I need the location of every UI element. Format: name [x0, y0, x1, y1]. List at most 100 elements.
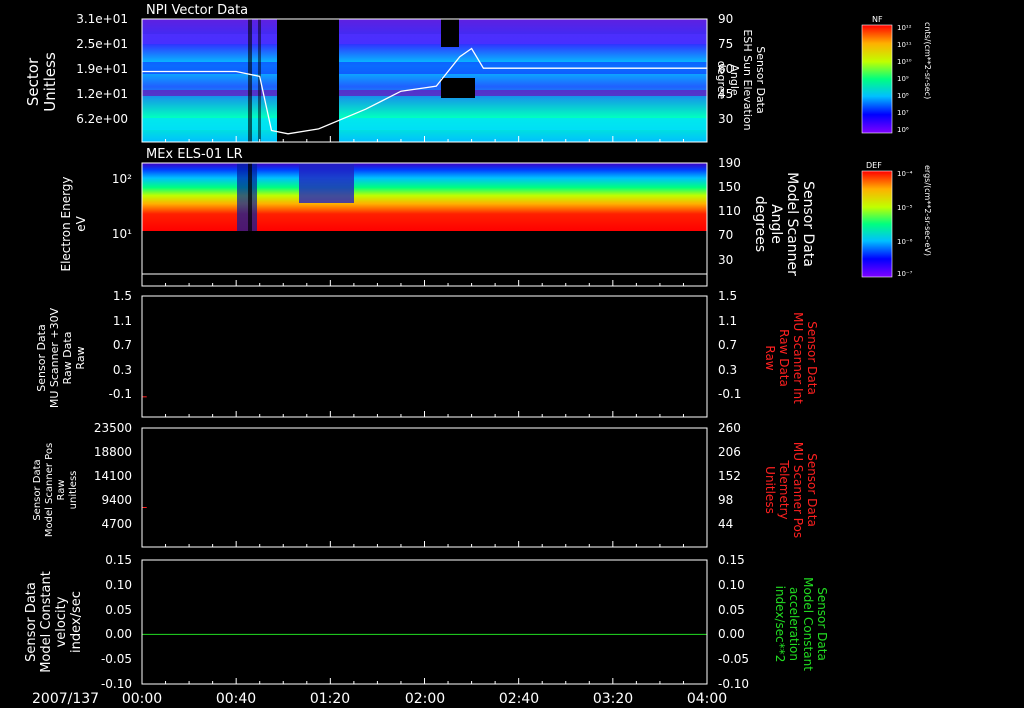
p4-ytick-3: 9400 [101, 493, 132, 507]
colorbar-nf-tick-0: 10¹² [897, 24, 912, 32]
p3-ytick-4: -0.1 [109, 387, 132, 401]
npi-ytick-3: 1.2e+01 [76, 87, 128, 101]
els-y2tick-1: 150 [718, 180, 741, 194]
npi-dark-stripe-1 [248, 19, 252, 142]
colorbar-def-label: DEF [866, 161, 882, 170]
p4-y2tick-0: 260 [718, 421, 741, 435]
p5-ylabel-4: index/sec [69, 591, 84, 653]
colorbar-nf-gradient [861, 24, 893, 134]
p3-ytick-2: 0.7 [113, 338, 132, 352]
colorbar-def-tick-2: 10⁻⁶ [897, 238, 913, 246]
els-y2tick-2: 110 [718, 204, 741, 218]
time-tick-1: 00:40 [216, 691, 256, 707]
npi-y2tick-4: 30 [718, 112, 733, 126]
p4-y2label-2: MU Scanner Pos [791, 442, 805, 538]
p3-ylabel-2: MU Scanner +30V [48, 307, 61, 408]
p5-y2label-1: Sensor Data [815, 587, 829, 661]
colorbar-nf-tick-6: 10⁶ [897, 126, 909, 134]
p3-ylabel-3: Raw Data [61, 332, 74, 385]
p4-ytick-4: 4700 [101, 517, 132, 531]
npi-band-1 [142, 34, 707, 44]
time-tick-3: 02:00 [405, 691, 445, 707]
p5-ylabel-2: Model Constant [39, 571, 54, 673]
els-title: MEx ELS-01 LR [146, 147, 243, 162]
els-spectrogram-fill [142, 163, 707, 231]
p5-ytick-0: 0.15 [105, 553, 132, 567]
els-y2label-4: degrees [752, 196, 768, 252]
p4-y2tick-4: 44 [718, 517, 733, 531]
p3-y2label-3: Raw Data [777, 329, 791, 387]
p5-y2label-4: index/sec**2 [773, 586, 787, 663]
els-ytick-0: 10² [112, 172, 132, 186]
p4-y2label-1: Sensor Data [805, 453, 819, 527]
p4-ylabel-2: Model Scanner Pos [44, 443, 55, 537]
colorbar-def-gradient [861, 170, 893, 278]
p3-y2label-2: MU Scanner Int [791, 312, 805, 404]
colorbar-nf: NF 10¹² 10¹¹ 10¹⁰ 10⁹ 10⁸ 10⁷ 10⁶ cnts/(… [861, 15, 932, 134]
p3-ytick-3: 0.3 [113, 363, 132, 377]
p5-y2tick-5: -0.10 [718, 677, 749, 691]
p4-ytick-1: 18800 [94, 445, 132, 459]
p3-ylabel-4: Raw [74, 346, 87, 369]
panel-scanner-pos [141, 427, 708, 548]
p3-y2tick-0: 1.5 [718, 289, 737, 303]
colorbar-nf-tick-1: 10¹¹ [897, 41, 912, 49]
npi-title: NPI Vector Data [146, 3, 248, 18]
npi-gap-2 [441, 19, 459, 47]
p4-y2tick-2: 152 [718, 469, 741, 483]
panel-els [141, 162, 708, 287]
colorbar-nf-tick-3: 10⁹ [897, 75, 909, 83]
npi-band-3 [142, 90, 707, 96]
p5-y2tick-3: 0.00 [718, 627, 745, 641]
els-ylabel-2: eV [74, 215, 88, 231]
panel-model-constant [141, 559, 708, 685]
p5-y2label-3: acceleration [787, 587, 801, 661]
npi-y2label-1: Sensor Data [754, 46, 767, 113]
els-y2tick-3: 70 [718, 228, 733, 242]
npi-ytick-4: 6.2e+00 [76, 112, 128, 126]
p4-ylabel-1: Sensor Data [32, 459, 43, 520]
p3-ytick-1: 1.1 [113, 314, 132, 328]
npi-y2label-2: ESH Sun Elevation [741, 29, 754, 130]
p5-ytick-2: 0.05 [105, 603, 132, 617]
p5-y2tick-0: 0.15 [718, 553, 745, 567]
p4-frame [141, 427, 708, 548]
els-y2label-3: Angle [768, 204, 784, 244]
p5-ylabel-1: Sensor Data [24, 582, 39, 662]
p5-ytick-1: 0.10 [105, 578, 132, 592]
p3-y2tick-4: -0.1 [718, 387, 741, 401]
els-y2tick-0: 190 [718, 156, 741, 170]
p5-ytick-5: -0.10 [101, 677, 132, 691]
p4-y2tick-1: 206 [718, 445, 741, 459]
p5-frame [141, 559, 708, 685]
colorbar-nf-tick-5: 10⁷ [897, 109, 909, 117]
npi-y2tick-3: 45 [718, 87, 733, 101]
panel-npi [141, 18, 708, 143]
time-tick-4: 02:40 [499, 691, 539, 707]
date-label: 2007/137 [32, 691, 99, 707]
colorbar-nf-label: NF [872, 15, 883, 24]
colorbar-def: DEF 10⁻⁴ 10⁻⁵ 10⁻⁶ 10⁻⁷ ergs/(cm**2-sr-s… [861, 161, 932, 278]
npi-ylabel-1: Sector [24, 57, 42, 106]
p5-y2tick-1: 0.10 [718, 578, 745, 592]
npi-ytick-1: 2.5e+01 [76, 37, 128, 51]
p3-y2tick-1: 1.1 [718, 314, 737, 328]
panel-mu-30v [141, 295, 708, 418]
colorbar-def-tick-0: 10⁻⁴ [897, 170, 913, 178]
colorbar-nf-tick-2: 10¹⁰ [897, 58, 912, 66]
plot-canvas: NPI Vector Data MEx ELS-01 LR Sector Uni… [24, 3, 932, 707]
colorbar-nf-unit: cnts/(cm**2-sr-sec) [923, 22, 932, 99]
els-y2tick-4: 30 [718, 253, 733, 267]
p5-y2tick-4: -0.05 [718, 652, 749, 666]
npi-ytick-2: 1.9e+01 [76, 62, 128, 76]
p5-y2label-2: Model Constant [801, 577, 815, 671]
p5-ylabel-3: velocity [54, 596, 69, 647]
p3-y2tick-3: 0.3 [718, 363, 737, 377]
npi-ylabel-2: Unitless [41, 52, 59, 112]
p5-ytick-4: -0.05 [101, 652, 132, 666]
p3-y2tick-2: 0.7 [718, 338, 737, 352]
colorbar-def-tick-1: 10⁻⁵ [897, 204, 913, 212]
p4-y2label-4: Unitless [763, 466, 777, 514]
p3-y2label-1: Sensor Data [805, 321, 819, 395]
npi-y2tick-1: 75 [718, 37, 733, 51]
